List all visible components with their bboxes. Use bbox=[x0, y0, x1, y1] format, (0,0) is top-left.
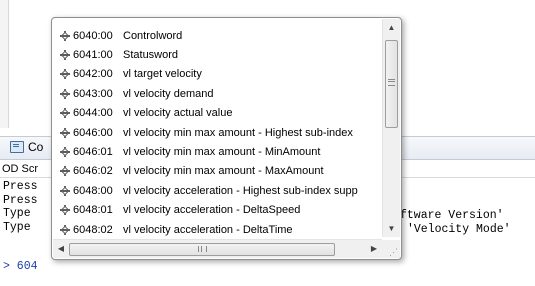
item-name: vl velocity demand bbox=[123, 87, 214, 100]
item-index: 6044:00 bbox=[73, 107, 113, 120]
object-entry-icon bbox=[60, 49, 70, 60]
console-tab[interactable]: Co bbox=[6, 138, 49, 156]
autocomplete-item[interactable]: 6046:02 vl velocity min max amount - MaxA… bbox=[53, 162, 381, 181]
item-name: vl velocity min max amount - MinAmount bbox=[123, 145, 321, 158]
console-prompt-input[interactable]: > 604 bbox=[3, 260, 38, 274]
item-index: 6046:00 bbox=[73, 126, 113, 139]
autocomplete-item[interactable]: 6043:00 vl velocity demand bbox=[53, 84, 381, 103]
autocomplete-item[interactable]: 6048:00 vl velocity acceleration - Highes… bbox=[53, 181, 381, 200]
item-name: vl velocity min max amount - Highest sub… bbox=[123, 126, 353, 139]
autocomplete-item[interactable]: 6046:01 vl velocity min max amount - MinA… bbox=[53, 142, 381, 161]
item-index: 6048:02 bbox=[73, 223, 113, 236]
autocomplete-item[interactable]: 6048:02 vl velocity acceleration - DeltaT… bbox=[53, 220, 381, 237]
item-name: vl velocity acceleration - DeltaSpeed bbox=[123, 204, 301, 217]
console-line: Type bbox=[3, 220, 31, 234]
grip-icon bbox=[388, 79, 395, 86]
object-entry-icon bbox=[60, 108, 70, 119]
item-index: 6048:00 bbox=[73, 184, 113, 197]
item-index: 6046:01 bbox=[73, 145, 113, 158]
console-tab-label: Co bbox=[28, 140, 44, 154]
editor-gutter bbox=[0, 0, 9, 128]
console-line: Press bbox=[3, 193, 38, 207]
object-entry-icon bbox=[60, 88, 70, 99]
object-entry-icon bbox=[60, 224, 70, 235]
item-index: 6043:00 bbox=[73, 87, 113, 100]
scroll-left-icon[interactable]: ◀ bbox=[53, 240, 69, 258]
autocomplete-item[interactable]: 6040:00 Controlword bbox=[53, 26, 381, 45]
vertical-scrollbar[interactable]: ▲ ▼ bbox=[382, 19, 400, 237]
console-icon bbox=[10, 141, 24, 153]
item-name: Controlword bbox=[123, 29, 183, 42]
console-line: Type bbox=[3, 207, 31, 220]
item-name: Statusword bbox=[123, 48, 179, 61]
item-name: vl velocity acceleration - DeltaTime bbox=[123, 223, 293, 236]
object-entry-icon bbox=[60, 166, 70, 177]
console-line-tail: 'Velocity Mode' bbox=[407, 223, 511, 236]
horizontal-scroll-thumb[interactable] bbox=[69, 243, 335, 256]
autocomplete-item[interactable]: 6044:00 vl velocity actual value bbox=[53, 104, 381, 123]
item-index: 6040:00 bbox=[73, 29, 113, 42]
resize-grip-icon[interactable] bbox=[382, 240, 400, 258]
item-name: vl target velocity bbox=[123, 68, 202, 81]
item-index: 6042:00 bbox=[73, 68, 113, 81]
autocomplete-list[interactable]: 6040:00 Controlword 6041:00 Statusword 6042:… bbox=[53, 19, 381, 237]
autocomplete-item[interactable]: 6041:00 Statusword bbox=[53, 45, 381, 64]
autocomplete-item[interactable]: 6048:01 vl velocity acceleration - DeltaS… bbox=[53, 201, 381, 220]
console-line-tail: ftware Version' bbox=[400, 209, 504, 222]
vertical-scroll-thumb[interactable] bbox=[385, 40, 398, 128]
autocomplete-popup[interactable]: 6040:00 Controlword 6041:00 Statusword 6042:… bbox=[51, 17, 402, 260]
object-entry-icon bbox=[60, 127, 70, 138]
object-entry-icon bbox=[60, 69, 70, 80]
scroll-right-icon[interactable]: ▶ bbox=[366, 240, 382, 258]
autocomplete-item[interactable]: 6046:00 vl velocity min max amount - High… bbox=[53, 123, 381, 142]
item-index: 6046:02 bbox=[73, 165, 113, 178]
object-entry-icon bbox=[60, 205, 70, 216]
horizontal-scrollbar[interactable]: ◀ ▶ bbox=[53, 239, 382, 258]
object-entry-icon bbox=[60, 30, 70, 41]
object-entry-icon bbox=[60, 185, 70, 196]
item-name: vl velocity min max amount - MaxAmount bbox=[123, 165, 324, 178]
autocomplete-item[interactable]: 6042:00 vl target velocity bbox=[53, 65, 381, 84]
item-name: vl velocity actual value bbox=[123, 107, 233, 120]
scroll-down-icon[interactable]: ▼ bbox=[383, 220, 400, 237]
item-index: 6048:01 bbox=[73, 204, 113, 217]
grip-icon bbox=[198, 246, 207, 252]
item-name: vl velocity acceleration - Highest sub-i… bbox=[123, 184, 358, 197]
scroll-up-icon[interactable]: ▲ bbox=[383, 19, 400, 36]
console-line: Press bbox=[3, 180, 38, 193]
item-index: 6041:00 bbox=[73, 48, 113, 61]
object-entry-icon bbox=[60, 146, 70, 157]
